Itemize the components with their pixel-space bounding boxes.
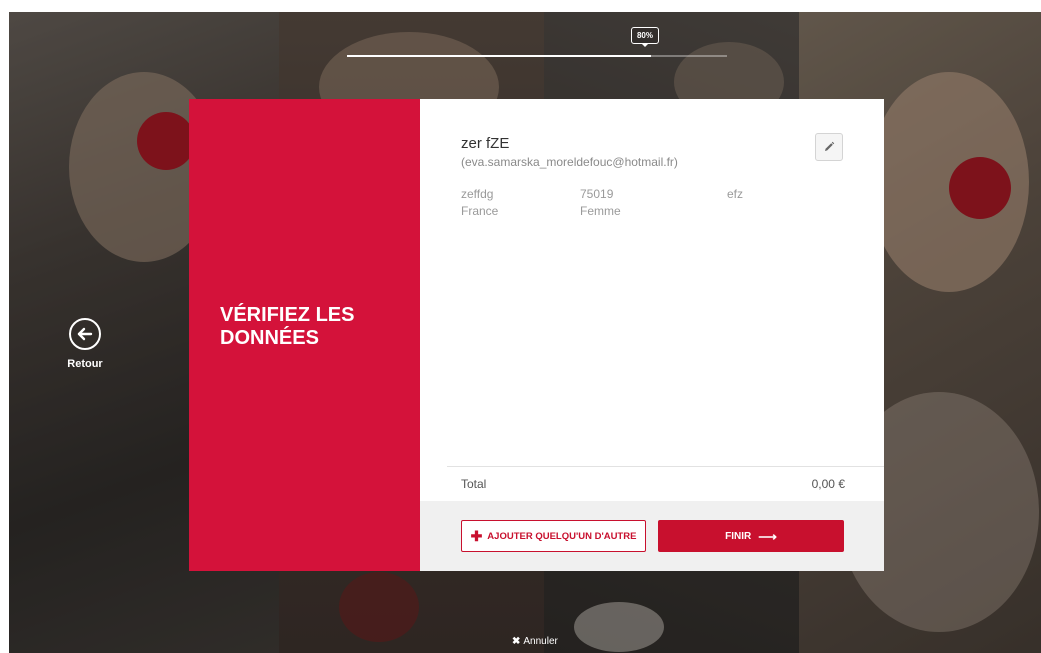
page: 80% Retour VÉRIFIEZ LES DONNÉES zer fZE … — [0, 0, 1041, 653]
person-name: zer fZE — [461, 135, 510, 152]
back-button[interactable]: Retour — [60, 318, 110, 378]
progress-fill — [347, 55, 651, 57]
close-icon: ✖ — [512, 636, 521, 647]
person-email: (eva.samarska_moreldefouc@hotmail.fr) — [461, 155, 678, 169]
total-value: 0,00 € — [811, 477, 845, 491]
person-country: France — [461, 204, 499, 218]
summary-panel: zer fZE (eva.samarska_moreldefouc@hotmai… — [420, 99, 884, 571]
progress-indicator: 80% — [625, 27, 665, 49]
edit-person-button[interactable] — [815, 133, 843, 161]
total-label: Total — [461, 477, 487, 491]
finish-button[interactable]: FINIR ⟶ — [658, 520, 844, 552]
step-panel: VÉRIFIEZ LES DONNÉES — [189, 99, 420, 571]
back-label: Retour — [67, 358, 103, 370]
progress-label: 80% — [631, 27, 659, 44]
step-title: VÉRIFIEZ LES DONNÉES — [220, 304, 355, 349]
progress-bar — [347, 55, 727, 57]
add-someone-else-button[interactable]: ✚ AJOUTER QUELQU'UN D'AUTRE — [461, 520, 646, 552]
action-footer: ✚ AJOUTER QUELQU'UN D'AUTRE FINIR ⟶ — [420, 501, 884, 571]
total-divider — [447, 466, 884, 467]
person-address: zeffdg — [461, 187, 494, 201]
person-gender: Femme — [580, 204, 621, 218]
person-city: efz — [727, 187, 744, 201]
add-someone-else-label: AJOUTER QUELQU'UN D'AUTRE — [487, 530, 637, 542]
arrow-right-icon: ⟶ — [758, 528, 777, 544]
person-postal-code: 75019 — [580, 187, 614, 201]
finish-label: FINIR — [725, 530, 752, 542]
plus-icon: ✚ — [470, 528, 483, 544]
cancel-label: Annuler — [523, 636, 558, 647]
pencil-icon — [825, 141, 835, 151]
cancel-link[interactable]: ✖ Annuler — [512, 636, 558, 647]
progress-tip — [641, 43, 649, 47]
arrow-left-circle-icon — [69, 318, 101, 350]
